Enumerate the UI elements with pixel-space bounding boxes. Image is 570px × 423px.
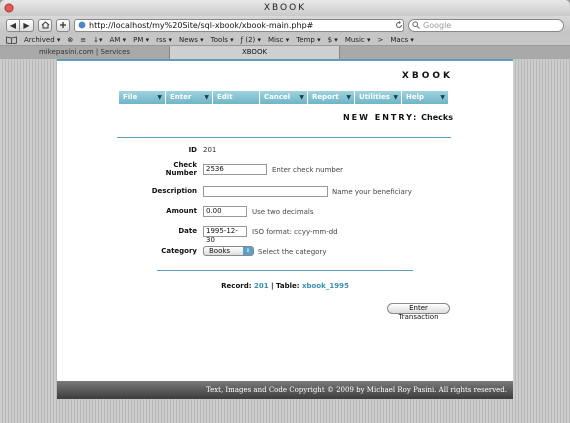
menu-label: Enter — [170, 93, 192, 101]
check-label-line1: Check — [173, 161, 197, 169]
bookmark-item[interactable]: PM ▾ — [133, 36, 149, 44]
bookmark-item[interactable]: ≡ — [80, 36, 86, 44]
table-value: xbook_1995 — [302, 282, 349, 290]
divider — [157, 270, 413, 271]
check-label-line2: Number — [165, 169, 197, 177]
menu-utilities[interactable]: Utilities ▼ — [355, 91, 401, 104]
tab-xbook[interactable]: XBOOK — [170, 46, 340, 59]
bookmarks-bar: Archived ▾ ⊗ ≡ ↓▾ AM ▾ PM ▾ rss ▾ News ▾… — [0, 34, 570, 46]
bookmark-item[interactable]: AM ▾ — [110, 36, 127, 44]
amount-label: Amount — [166, 207, 197, 215]
menu-label: Help — [406, 93, 425, 101]
page-footer: Text, Images and Code Copyright © 2009 b… — [57, 381, 513, 399]
select-arrows-icon: ⇕ — [243, 247, 253, 255]
search-icon — [412, 21, 420, 29]
menu-enter[interactable]: Enter ▼ — [166, 91, 212, 104]
record-value: 201 — [253, 282, 269, 290]
page-top-border — [57, 59, 513, 61]
check-hint: Enter check number — [272, 166, 344, 174]
record-label: Record: — [221, 282, 252, 290]
category-value: Books — [209, 247, 231, 255]
amount-input[interactable]: 0.00 — [203, 206, 247, 217]
menu-label: Cancel — [264, 93, 291, 101]
description-label: Description — [151, 187, 197, 195]
menu-label: File — [123, 93, 138, 101]
app-brand: XBOOK — [401, 71, 453, 81]
tab-services[interactable]: mikepasini.com | Services — [0, 46, 170, 59]
url-text: http://localhost/my%20Site/sql-xbook/xbo… — [89, 20, 314, 30]
menu-edit[interactable]: Edit — [213, 91, 259, 104]
bookmark-item[interactable]: Misc ▾ — [268, 36, 289, 44]
home-button[interactable] — [38, 18, 52, 32]
id-label: ID — [188, 146, 197, 154]
open-book-icon[interactable] — [6, 36, 17, 44]
window-title: XBOOK — [263, 3, 307, 13]
search-field[interactable]: Google — [408, 18, 564, 32]
dropdown-arrow-icon: ▼ — [440, 94, 445, 101]
globe-icon — [78, 21, 86, 29]
bookmark-item[interactable]: Tools ▾ — [211, 36, 234, 44]
menu-label: Utilities — [359, 93, 390, 101]
browser-toolbar: ◀ ▶ http://localhost/my%20Site/sql-xbook… — [0, 16, 570, 34]
check-number-input[interactable]: 2536 — [203, 164, 267, 175]
reload-icon[interactable] — [395, 21, 403, 29]
bookmark-item[interactable]: $ ▾ — [328, 36, 338, 44]
back-button[interactable]: ◀ — [6, 18, 20, 32]
date-input[interactable]: 1995-12-30 — [203, 226, 247, 244]
heading-name: Checks — [421, 113, 453, 122]
description-hint: Name your beneficiary — [332, 188, 412, 196]
bookmark-item[interactable]: ⊗ — [67, 36, 73, 44]
menu-label: Edit — [217, 93, 233, 101]
check-label: Check Number — [57, 161, 197, 177]
menu-cancel[interactable]: Cancel ▼ — [260, 91, 307, 104]
menu-file[interactable]: File ▼ — [119, 91, 165, 104]
table-label: Table: — [276, 282, 300, 290]
bookmark-item[interactable]: rss ▾ — [156, 36, 172, 44]
page-heading: NEW ENTRY: Checks — [343, 113, 453, 122]
search-placeholder: Google — [423, 20, 452, 30]
nav-buttons: ◀ ▶ — [6, 18, 34, 32]
divider — [117, 137, 451, 138]
menu-help[interactable]: Help ▼ — [402, 91, 448, 104]
id-value: 201 — [203, 146, 217, 154]
window-control-icon[interactable] — [4, 3, 14, 13]
browser-window: XBOOK ◀ ▶ http://localhost/my%20Site/sql… — [0, 0, 570, 423]
record-info: Record: 201 | Table: xbook_1995 — [57, 282, 513, 290]
bookmark-item[interactable]: ƒ (2) ▾ — [241, 36, 261, 44]
record-separator: | — [271, 282, 274, 290]
title-bar: XBOOK — [0, 0, 570, 16]
bookmark-item[interactable]: ↓▾ — [93, 36, 102, 44]
bookmark-item[interactable]: Macs ▾ — [390, 36, 414, 44]
description-input[interactable] — [203, 186, 328, 197]
bookmark-item[interactable]: Archived ▾ — [24, 36, 60, 44]
category-select[interactable]: Books ⇕ — [203, 246, 254, 256]
app-menu-bar: File ▼ Enter ▼ Edit Cancel ▼ Report ▼ Utilit… — [119, 91, 448, 104]
heading-lead: NEW ENTRY: — [342, 113, 419, 122]
amount-hint: Use two decimals — [252, 208, 314, 216]
bookmark-item[interactable]: > — [377, 36, 383, 44]
menu-report[interactable]: Report ▼ — [308, 91, 354, 104]
forward-button[interactable]: ▶ — [20, 18, 34, 32]
dropdown-arrow-icon: ▼ — [157, 94, 162, 101]
dropdown-arrow-icon: ▼ — [346, 94, 351, 101]
date-hint: ISO format: ccyy-mm-dd — [252, 228, 338, 236]
bookmark-item[interactable]: Music ▾ — [345, 36, 371, 44]
address-bar[interactable]: http://localhost/my%20Site/sql-xbook/xbo… — [74, 18, 404, 32]
category-hint: Select the category — [258, 248, 327, 256]
bookmark-item[interactable]: Temp ▾ — [296, 36, 320, 44]
dropdown-arrow-icon: ▼ — [393, 94, 398, 101]
date-label: Date — [178, 227, 197, 235]
category-label: Category — [161, 247, 197, 255]
dropdown-arrow-icon: ▼ — [299, 94, 304, 101]
dropdown-arrow-icon: ▼ — [204, 94, 209, 101]
page-viewport: XBOOK File ▼ Enter ▼ Edit Cancel ▼ Report ▼ … — [0, 59, 570, 423]
menu-label: Report — [312, 93, 339, 101]
bookmark-item[interactable]: News ▾ — [179, 36, 204, 44]
tab-bar: mikepasini.com | Services XBOOK — [0, 46, 570, 59]
enter-transaction-button[interactable]: Enter Transaction — [387, 303, 450, 321]
add-bookmark-button[interactable] — [56, 18, 70, 32]
plus-icon — [60, 22, 66, 28]
xbook-page: XBOOK File ▼ Enter ▼ Edit Cancel ▼ Report ▼ … — [57, 59, 513, 394]
home-icon — [41, 21, 49, 29]
